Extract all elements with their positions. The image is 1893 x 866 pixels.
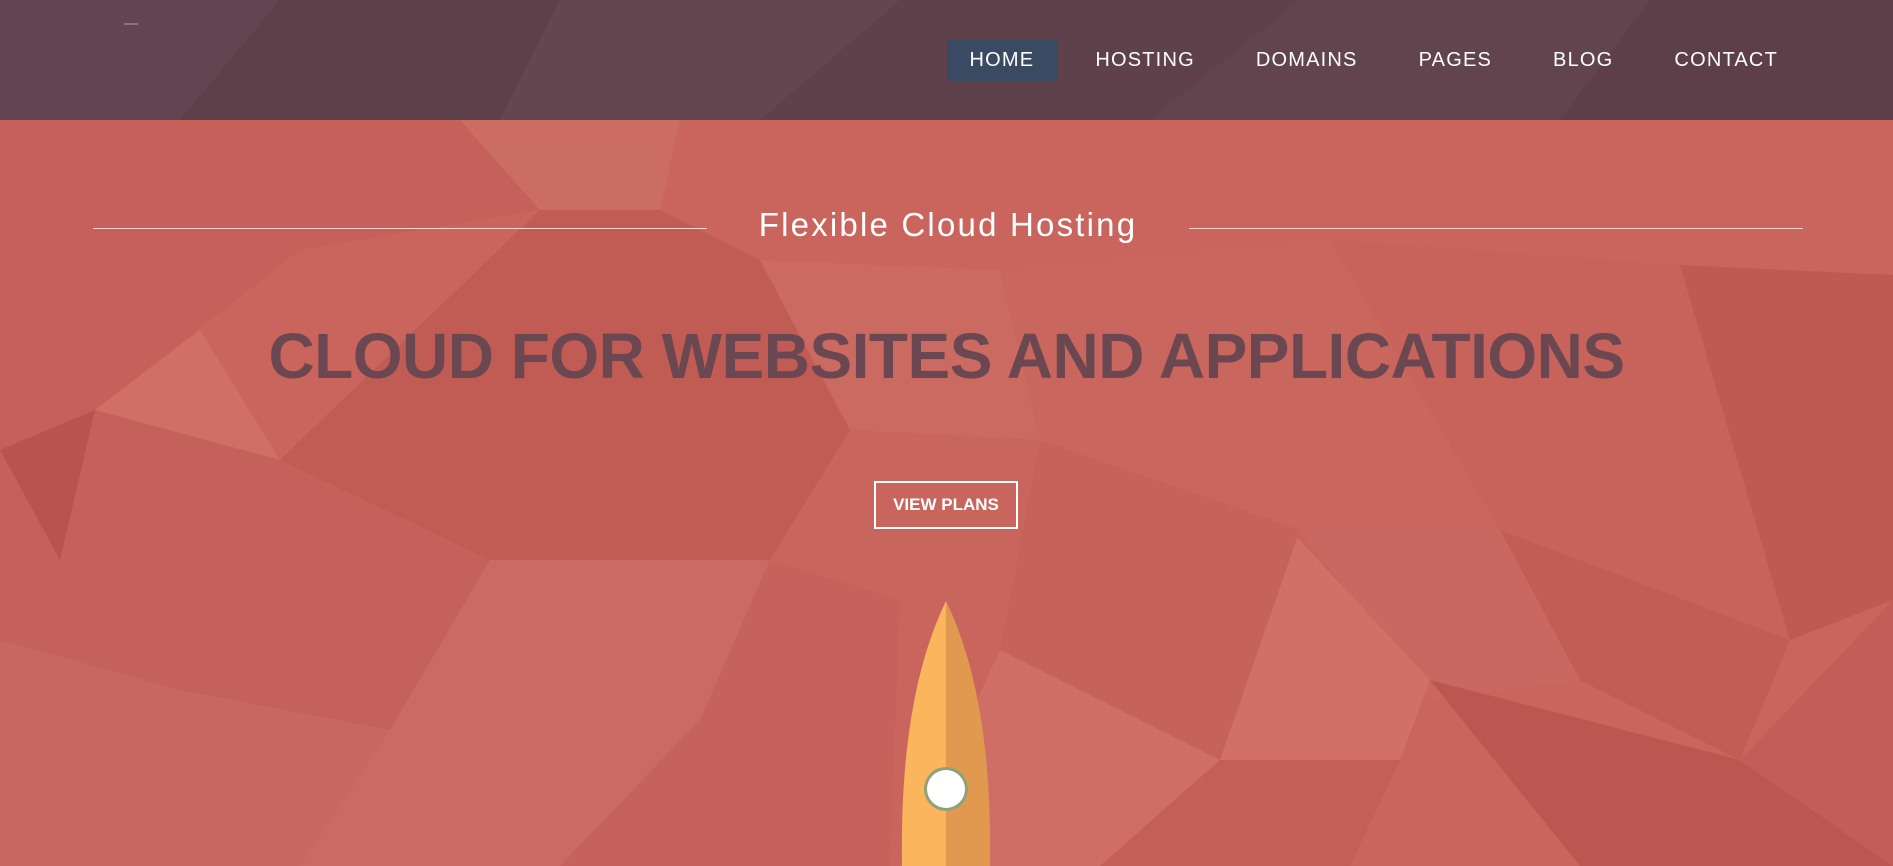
view-plans-button[interactable]: VIEW PLANS	[874, 481, 1018, 529]
hero-subtitle-row: Flexible Cloud Hosting	[93, 203, 1803, 247]
hero-headline: CLOUD FOR WEBSITES AND APPLICATIONS	[268, 320, 1625, 392]
nav-pages[interactable]: PAGES	[1396, 39, 1515, 81]
nav-home[interactable]: HOME	[946, 39, 1058, 81]
nav-contact[interactable]: CONTACT	[1651, 39, 1801, 81]
hero-subtitle: Flexible Cloud Hosting	[758, 206, 1138, 243]
nav-blog[interactable]: BLOG	[1530, 39, 1636, 81]
landing-page: HOME HOSTING DOMAINS PAGES BLOG CONTACT …	[0, 0, 1893, 866]
logo-mark	[124, 23, 138, 25]
rocket-icon	[901, 601, 991, 866]
nav-domains[interactable]: DOMAINS	[1233, 39, 1381, 81]
main-nav: HOME HOSTING DOMAINS PAGES BLOG CONTACT	[932, 39, 1801, 81]
nav-hosting[interactable]: HOSTING	[1072, 39, 1218, 81]
site-header: HOME HOSTING DOMAINS PAGES BLOG CONTACT	[0, 0, 1893, 120]
